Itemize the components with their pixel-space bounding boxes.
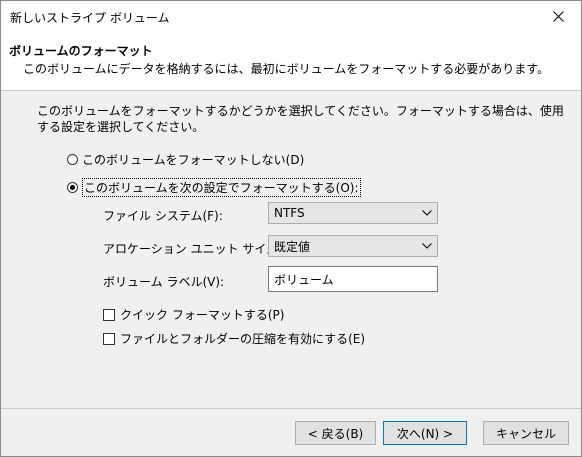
compression-checkbox[interactable]: ファイルとフォルダーの圧縮を有効にする(E) (103, 330, 365, 347)
next-button[interactable]: 次へ(N) > (383, 421, 467, 445)
quick-format-box[interactable] (103, 308, 115, 321)
file-system-select[interactable]: NTFS (268, 202, 438, 224)
file-system-value: NTFS (274, 206, 305, 220)
volume-label-value: ボリューム (274, 272, 334, 287)
quick-format-label: クイック フォーマットする(P) (120, 308, 285, 322)
intro-text: このボリュームをフォーマットするかどうかを選択してください。フォーマットする場合… (37, 104, 564, 134)
file-system-label: ファイル システム(F): (103, 209, 223, 223)
wizard-window: 新しいストライプ ボリューム ボリュームのフォーマット このボリュームにデータを… (0, 0, 582, 457)
footer-divider (1, 408, 581, 409)
quick-format-checkbox[interactable]: クイック フォーマットする(P) (103, 306, 284, 323)
close-button[interactable] (535, 1, 581, 32)
allocation-unit-value: 既定値 (274, 239, 311, 254)
radio-no-format[interactable]: このボリュームをフォーマットしない(D) (67, 151, 304, 168)
radio-no-format-label: このボリュームをフォーマットしない(D) (82, 153, 305, 167)
back-button[interactable]: < 戻る(B) (295, 421, 376, 445)
cancel-button[interactable]: キャンセル (483, 421, 569, 445)
title-bar: 新しいストライプ ボリューム (1, 1, 581, 32)
radio-format-indicator[interactable] (67, 182, 78, 193)
volume-label-label: ボリューム ラベル(V): (103, 275, 225, 289)
volume-label-input[interactable]: ボリューム (268, 266, 438, 292)
radio-no-format-indicator[interactable] (67, 154, 78, 165)
page-title: ボリュームのフォーマット (9, 44, 153, 58)
wizard-header: ボリュームのフォーマット このボリュームにデータを格納するには、最初にボリューム… (1, 32, 581, 91)
allocation-unit-select[interactable]: 既定値 (268, 235, 438, 257)
close-icon (552, 11, 564, 22)
compression-box[interactable] (103, 332, 115, 345)
chevron-down-icon (417, 203, 437, 223)
chevron-down-icon (417, 236, 437, 256)
radio-format-label: このボリュームを次の設定でフォーマットする(O): (82, 178, 361, 197)
window-title: 新しいストライプ ボリューム (10, 11, 170, 25)
radio-format[interactable]: このボリュームを次の設定でフォーマットする(O): (67, 178, 361, 197)
page-subtitle: このボリュームにデータを格納するには、最初にボリュームをフォーマットする必要があ… (23, 62, 550, 76)
compression-label: ファイルとフォルダーの圧縮を有効にする(E) (120, 332, 366, 346)
